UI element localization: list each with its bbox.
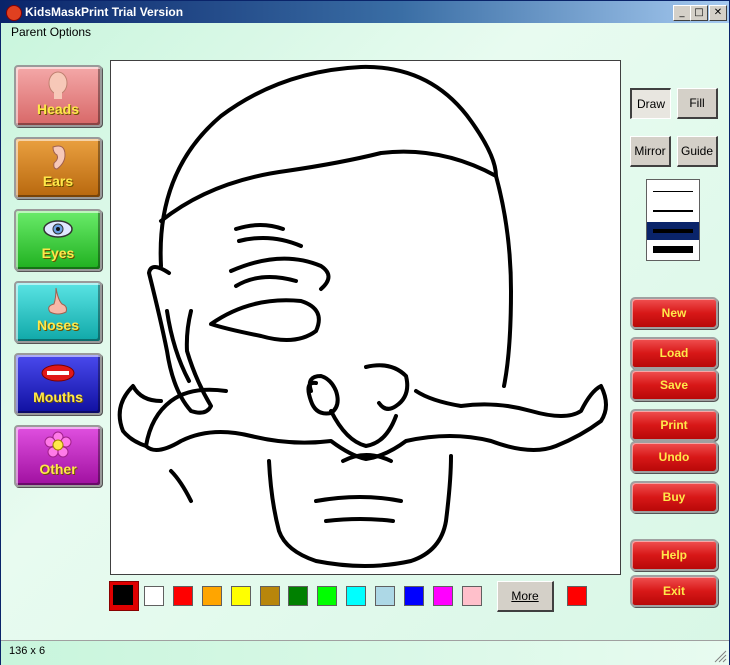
- eyes-button[interactable]: Eyes: [14, 209, 102, 271]
- resize-grip-icon[interactable]: [713, 649, 727, 663]
- load-button[interactable]: Load: [630, 337, 718, 369]
- drawing-canvas[interactable]: [110, 60, 621, 575]
- eye-icon: [16, 215, 100, 243]
- mouths-label: Mouths: [33, 389, 83, 405]
- noses-label: Noses: [36, 317, 80, 333]
- exit-button[interactable]: Exit: [630, 575, 718, 607]
- close-button[interactable]: ✕: [709, 5, 727, 21]
- color-swatch-yellow[interactable]: [231, 586, 251, 606]
- nose-icon: [16, 287, 100, 315]
- noses-button[interactable]: Noses: [14, 281, 102, 343]
- other-button[interactable]: Other: [14, 425, 102, 487]
- heads-button[interactable]: Heads: [14, 65, 102, 127]
- menu-parent-options[interactable]: Parent Options: [11, 25, 91, 39]
- other-label: Other: [39, 461, 77, 477]
- line-width-2[interactable]: [647, 202, 699, 220]
- fill-tool-button[interactable]: Fill: [677, 88, 718, 119]
- mouth-icon: [16, 359, 100, 387]
- status-bar: 136 x 6: [1, 640, 729, 665]
- more-colors-button[interactable]: More: [497, 581, 554, 612]
- color-swatch-magenta[interactable]: [433, 586, 453, 606]
- maximize-button[interactable]: □: [690, 5, 708, 21]
- ears-button[interactable]: Ears: [14, 137, 102, 199]
- ears-label: Ears: [42, 173, 74, 189]
- app-icon: [6, 5, 22, 21]
- line-width-3[interactable]: [647, 222, 699, 240]
- line-width-4[interactable]: [647, 241, 699, 259]
- head-icon: [16, 71, 100, 99]
- color-swatch-white[interactable]: [144, 586, 164, 606]
- draw-tool-button[interactable]: Draw: [630, 88, 671, 119]
- color-swatch-green[interactable]: [317, 586, 337, 606]
- mask-drawing: [117, 64, 608, 568]
- current-color-indicator: [567, 586, 587, 606]
- more-label: More: [511, 589, 539, 603]
- color-swatch-brown[interactable]: [260, 586, 280, 606]
- color-swatch-black[interactable]: [113, 585, 133, 605]
- undo-button[interactable]: Undo: [630, 441, 718, 473]
- color-swatch-dark-green[interactable]: [288, 586, 308, 606]
- color-swatch-light-blue[interactable]: [375, 586, 395, 606]
- heads-label: Heads: [36, 101, 80, 117]
- ear-icon: [16, 143, 100, 171]
- line-width-selector: [646, 179, 700, 261]
- eyes-label: Eyes: [41, 245, 75, 261]
- window-title: KidsMaskPrint Trial Version: [25, 5, 184, 19]
- mirror-button[interactable]: Mirror: [630, 136, 671, 167]
- color-swatch-cyan[interactable]: [346, 586, 366, 606]
- line-width-1[interactable]: [647, 182, 699, 200]
- minimize-button[interactable]: _: [673, 5, 691, 21]
- buy-button[interactable]: Buy: [630, 481, 718, 513]
- color-swatch-blue[interactable]: [404, 586, 424, 606]
- status-text: 136 x 6: [9, 645, 46, 657]
- menu-bar: Parent Options: [1, 23, 729, 41]
- mouths-button[interactable]: Mouths: [14, 353, 102, 415]
- color-swatch-pink[interactable]: [462, 586, 482, 606]
- print-button[interactable]: Print: [630, 409, 718, 441]
- new-button[interactable]: New: [630, 297, 718, 329]
- save-button[interactable]: Save: [630, 369, 718, 401]
- color-swatch-red[interactable]: [173, 586, 193, 606]
- color-swatch-orange[interactable]: [202, 586, 222, 606]
- app-window: KidsMaskPrint Trial Version _ □ ✕ Parent…: [0, 0, 730, 665]
- help-button[interactable]: Help: [630, 539, 718, 571]
- guide-button[interactable]: Guide: [677, 136, 718, 167]
- flower-icon: [16, 431, 100, 459]
- title-bar[interactable]: KidsMaskPrint Trial Version _ □ ✕: [1, 1, 729, 23]
